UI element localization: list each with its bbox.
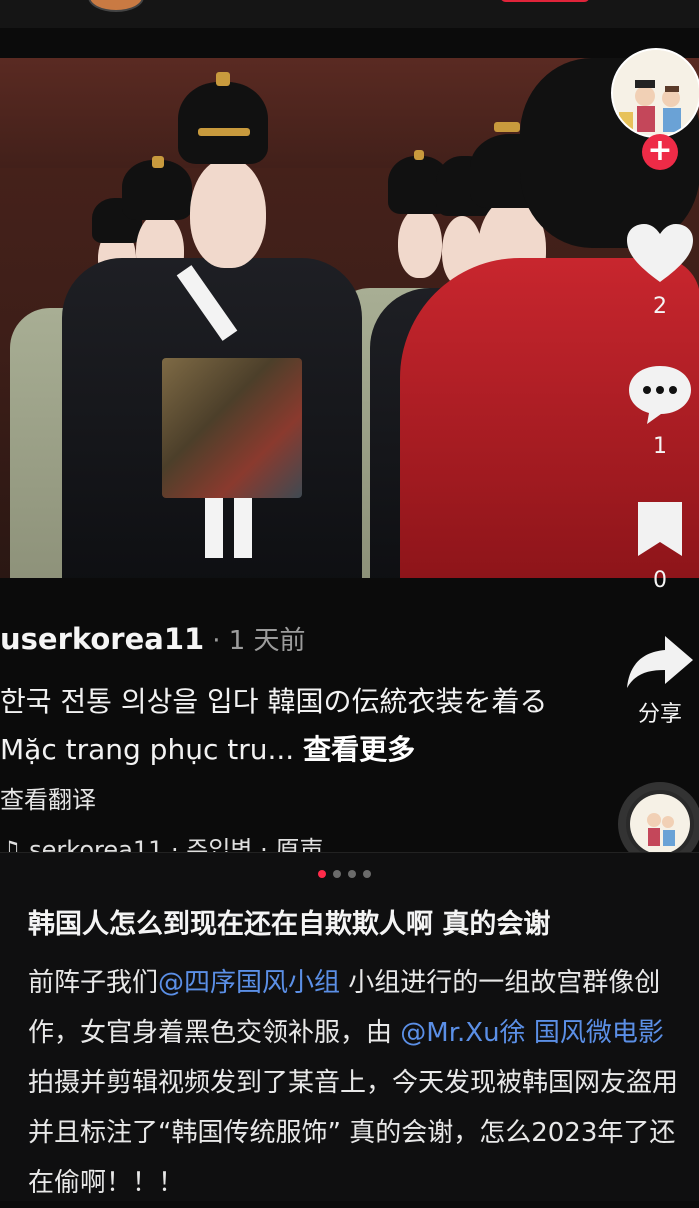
time-separator: ·	[212, 626, 221, 656]
figure-cuff	[234, 498, 252, 558]
creator-avatar[interactable]	[611, 48, 699, 138]
mention-link[interactable]: @Mr.Xu徐 国风微电影	[400, 1018, 664, 1048]
carousel-dot[interactable]	[333, 870, 341, 878]
heart-icon	[627, 224, 693, 282]
follow-plus-button[interactable]: +	[642, 134, 678, 170]
translate-link[interactable]: 查看翻译	[0, 780, 96, 815]
figure-cuff	[205, 498, 223, 558]
like-count: 2	[653, 294, 667, 319]
hat-ornament	[494, 122, 520, 132]
post-time: 1 天前	[228, 626, 306, 656]
figure-hat	[178, 82, 268, 164]
favorite-count: 0	[653, 568, 667, 593]
creator-username[interactable]: userkorea11 · 1 天前	[0, 620, 306, 657]
carousel-dot[interactable]	[348, 870, 356, 878]
like-button[interactable]: 2	[620, 222, 699, 319]
author-avatar[interactable]	[88, 0, 144, 12]
hat-ornament	[414, 150, 424, 160]
video-player[interactable]	[0, 58, 699, 578]
carousel-dot[interactable]	[363, 870, 371, 878]
follow-button[interactable]	[500, 0, 590, 2]
share-button[interactable]: 分享	[620, 632, 699, 728]
figure-face	[190, 158, 266, 268]
music-label[interactable]: ♫ serkorea11 · 주입벽 · 原声	[0, 830, 323, 852]
figure-face	[398, 208, 442, 278]
comment-icon	[629, 366, 691, 424]
post-body-text: 拍摄并剪辑视频发到了某音上，今天发现被韩国网友盗用并且标注了“韩国传统服饰” 真…	[28, 1068, 679, 1198]
carousel-dot[interactable]	[318, 870, 326, 878]
post-body: 前阵子我们@四序国风小组 小组进行的一组故宫群像创作，女官身着黑色交领补服，由 …	[28, 958, 678, 1208]
video-description: 한국 전통 의상을 입다 韓国の伝統衣装を着る Mặc trang phục t…	[0, 678, 600, 774]
post-title: 韩国人怎么到现在还在自欺欺人啊 真的会谢	[28, 909, 551, 940]
hat-ornament	[152, 156, 164, 168]
share-arrow-icon	[627, 636, 693, 688]
description-text: 한국 전통 의상을 입다 韓国の伝統衣装を着る Mặc trang phục t…	[0, 685, 548, 766]
comment-count: 1	[653, 434, 667, 459]
username-text[interactable]: userkorea11	[0, 622, 204, 656]
embroidered-patch	[162, 358, 302, 498]
figure-hat	[122, 160, 192, 220]
comment-button[interactable]: 1	[620, 362, 699, 459]
see-more-link[interactable]: 查看更多	[303, 733, 415, 766]
mention-link[interactable]: @四序国风小组	[158, 968, 340, 998]
post-body-text: 前阵子我们	[28, 968, 159, 998]
bookmark-icon	[638, 502, 682, 556]
favorite-button[interactable]: 0	[620, 498, 699, 593]
creator-avatar-illustration	[613, 50, 699, 136]
music-disc-cover	[630, 794, 690, 854]
hat-ornament	[216, 72, 230, 86]
hat-ornament	[198, 128, 250, 136]
share-label: 分享	[637, 702, 682, 727]
top-bar	[0, 0, 699, 28]
